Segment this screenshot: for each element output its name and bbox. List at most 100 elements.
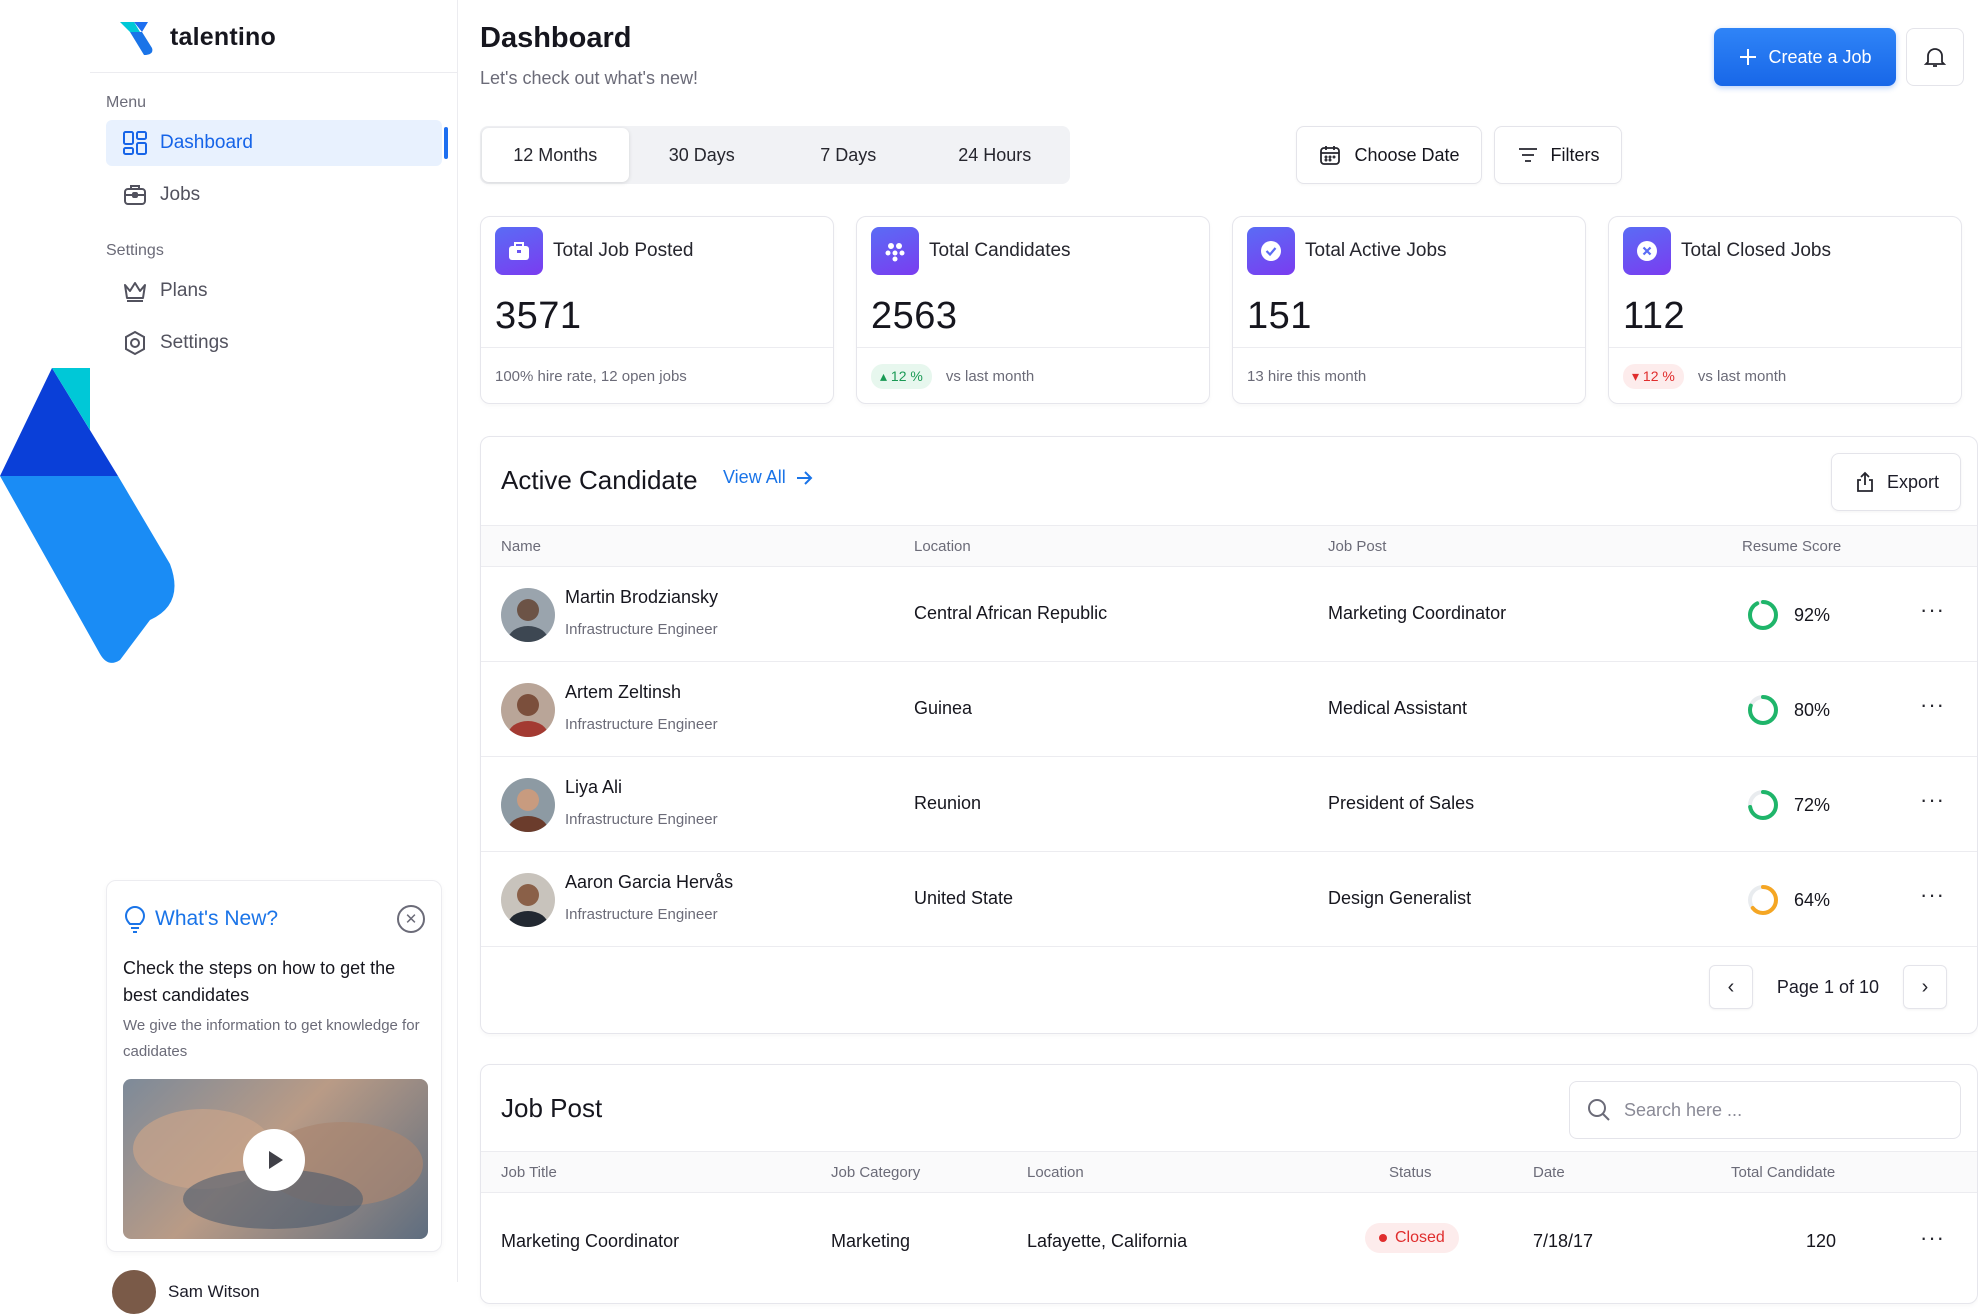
more-options-icon[interactable]: ··· [1920,692,1945,718]
table-row[interactable]: Martin Brodziansky Infrastructure Engine… [481,567,1977,662]
close-icon[interactable]: ✕ [397,905,425,933]
resume-score: 72% [1746,788,1830,822]
column-header[interactable]: Status [1389,1164,1432,1181]
table-row[interactable]: Artem Zeltinsh Infrastructure Engineer G… [481,662,1977,757]
more-options-icon[interactable]: ··· [1920,787,1945,813]
more-options-icon[interactable]: ··· [1920,1225,1945,1251]
lightbulb-icon [124,906,146,933]
candidate-location: Central African Republic [914,603,1108,623]
stat-foot-text: 100% hire rate, 12 open jobs [495,368,687,385]
stat-footer: ▴ 12 % vs last month [857,347,1209,405]
page-title: Dashboard [480,22,632,54]
sidebar-item-settings[interactable]: Settings [106,320,442,366]
settings-section-label: Settings [106,242,164,259]
sidebar: talentino Menu Dashboard Jobs Settings P… [0,0,458,1314]
brand-logo[interactable]: talentino [118,18,276,56]
view-all-label: View All [723,467,786,487]
column-header[interactable]: Location [914,538,971,555]
whats-new-card: What's New? ✕ Check the steps on how to … [106,880,442,1252]
column-header[interactable]: Name [501,538,541,555]
status-text: Closed [1395,1229,1445,1246]
job-title: Marketing Coordinator [501,1231,680,1251]
column-header[interactable]: Job Category [831,1164,920,1181]
stat-foot-text: 13 hire this month [1247,368,1367,385]
job-category: Marketing [831,1231,911,1251]
score-ring [1748,790,1778,820]
candidate-role: Infrastructure Engineer [565,716,718,733]
search-placeholder: Search here ... [1624,1099,1743,1120]
stat-card-total-job-posted: Total Job Posted 3571 100% hire rate, 12… [480,216,834,404]
stat-label: Total Active Jobs [1305,240,1447,261]
pagination: ‹ Page 1 of 10 › [1708,965,1947,1009]
sidebar-item-plans[interactable]: Plans [106,268,442,314]
play-button[interactable] [243,1129,305,1191]
card-title: Job Post [501,1093,603,1123]
column-header[interactable]: Job Title [501,1164,557,1181]
column-header[interactable]: Total Candidate [1731,1164,1835,1181]
x-circle-icon [1623,227,1671,275]
sidebar-item-jobs[interactable]: Jobs [106,172,442,218]
video-thumbnail[interactable] [123,1079,428,1239]
score-value: 80% [1794,699,1831,720]
stat-card-total-active-jobs: Total Active Jobs 151 13 hire this month [1232,216,1586,404]
table-row[interactable]: Liya Ali Infrastructure Engineer Reunion… [481,757,1977,852]
choose-date-label: Choose Date [1354,144,1460,165]
table-row[interactable]: Aaron Garcia Hervås Infrastructure Engin… [481,852,1977,947]
candidate-job-post: Marketing Coordinator [1328,603,1507,623]
stat-footer: 100% hire rate, 12 open jobs [481,347,833,405]
column-header[interactable]: Job Post [1328,538,1386,555]
more-options-icon[interactable]: ··· [1920,882,1945,908]
avatar [501,588,555,642]
sidebar-item-label: Settings [160,332,229,353]
notifications-button[interactable] [1906,28,1964,86]
table-row[interactable]: Marketing Coordinator Marketing Lafayett… [481,1193,1977,1288]
tab-12-months[interactable]: 12 Months [482,128,629,182]
score-value: 72% [1794,794,1831,815]
export-button[interactable]: Export [1831,453,1961,511]
resume-score: 80% [1746,693,1830,727]
stat-foot-text: vs last month [945,368,1035,385]
view-all-link[interactable]: View All [723,467,814,488]
calendar-icon [1320,146,1341,165]
avatar [501,683,555,737]
stat-card-total-closed-jobs: Total Closed Jobs 112 ▾ 12 % vs last mon… [1608,216,1962,404]
decorative-brand-shape [0,368,175,663]
chevron-right-icon[interactable]: › [1903,965,1947,1009]
candidate-location: Guinea [914,698,973,718]
stat-footer: 13 hire this month [1233,347,1585,405]
status-dot [1379,1234,1387,1242]
column-header[interactable]: Resume Score [1742,538,1841,555]
stat-foot-text: vs last month [1697,368,1787,385]
sidebar-divider [90,72,457,73]
job-location: Lafayette, California [1027,1231,1188,1251]
resume-score: 92% [1746,598,1830,632]
stat-label: Total Candidates [929,240,1071,261]
job-total-candidate: 120 [1806,1231,1837,1251]
candidate-name: Artem Zeltinsh [565,682,682,702]
whats-new-title: Check the steps on how to get the best c… [123,958,396,1005]
filters-button[interactable]: Filters [1494,126,1622,184]
tab-30-days[interactable]: 30 Days [629,128,776,182]
sidebar-item-dashboard[interactable]: Dashboard [106,120,448,166]
menu-section-label: Menu [106,94,147,111]
tab-7-days[interactable]: 7 Days [775,128,922,182]
candidate-location: Reunion [914,793,982,813]
page-indicator: Page 1 of 10 [1776,976,1879,997]
column-header[interactable]: Location [1027,1164,1084,1181]
brand-name: talentino [170,22,276,51]
filter-icon [1518,148,1537,162]
score-ring [1748,695,1778,725]
create-job-button[interactable]: Create a Job [1714,28,1896,86]
chevron-left-icon[interactable]: ‹ [1708,965,1753,1009]
table-header: Job Title Job Category Location Status D… [481,1151,1977,1193]
more-options-icon[interactable]: ··· [1920,597,1945,623]
stat-card-total-candidates: Total Candidates 2563 ▴ 12 % vs last mon… [856,216,1210,404]
avatar [501,873,555,927]
user-profile[interactable]: Sam Witson [112,1270,260,1314]
choose-date-button[interactable]: Choose Date [1296,126,1482,184]
search-input[interactable]: Search here ... [1569,1081,1961,1139]
column-header[interactable]: Date [1533,1164,1565,1181]
trend-value: 12 % [1642,368,1675,384]
tab-24-hours[interactable]: 24 Hours [922,128,1069,182]
filters-label: Filters [1550,144,1600,165]
